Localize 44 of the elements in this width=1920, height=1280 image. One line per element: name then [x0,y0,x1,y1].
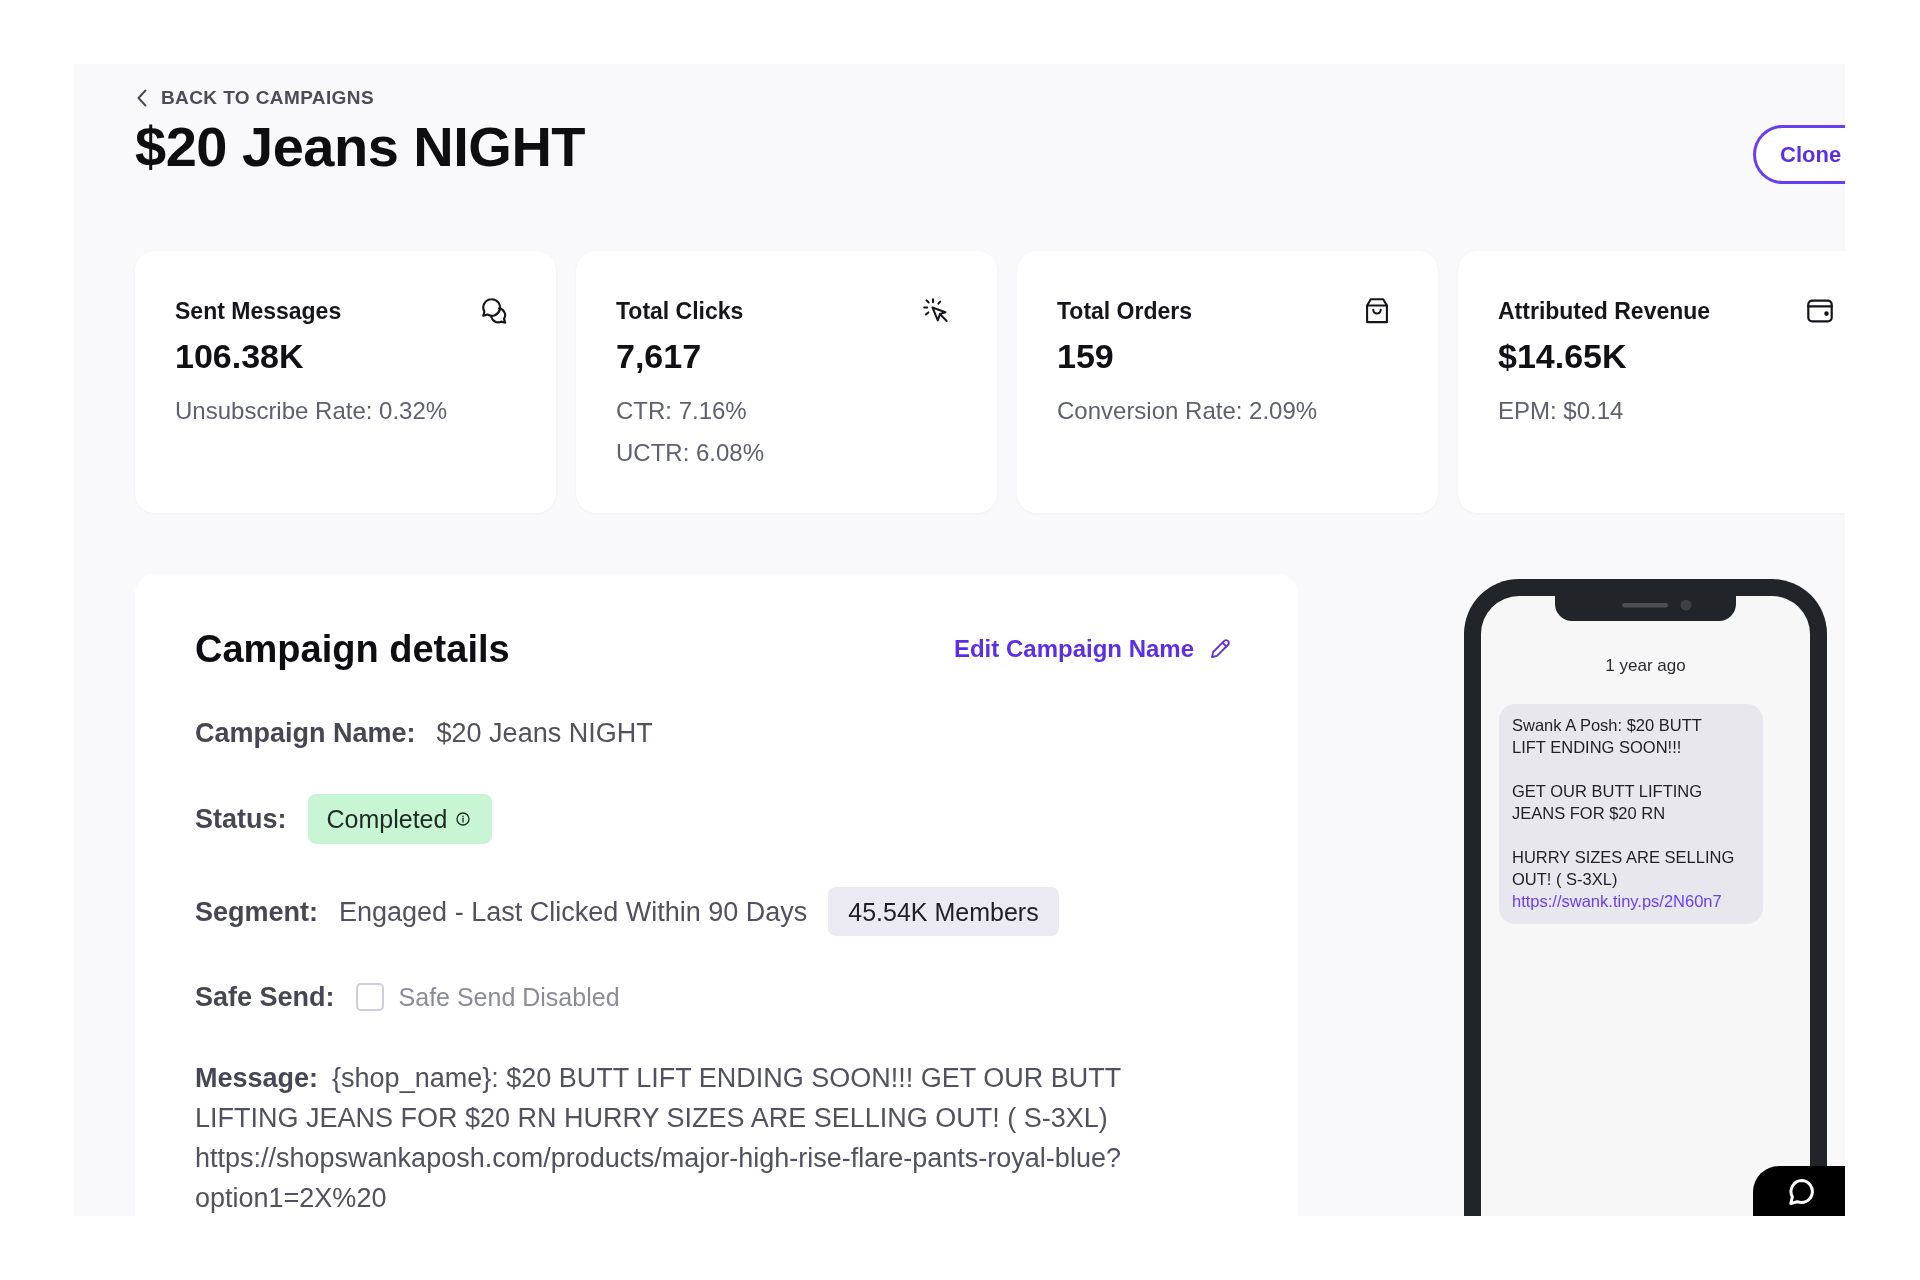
back-link[interactable]: BACK TO CAMPAIGNS [135,86,374,110]
stat-title: Total Orders [1057,297,1193,325]
stat-title: Sent Messages [175,297,342,325]
stat-value: 106.38K [175,336,305,376]
message-text: Message: {shop_name}: $20 BUTT LIFT ENDING SOON!!! GET OUR BUTT LIFTING JEANS FOR $20 RN HURRY SIZES ARE SELLING OUT! ( S-3XL) https://shopswankaposh.com/products/major-high-rise-flare-pants-royal-blue?option1=2X%20 [195,1062,1122,1215]
checkbox[interactable] [355,983,384,1011]
field-label: Segment: [195,895,319,929]
status-text: Completed [326,804,448,835]
section-title: Campaign details [195,627,510,672]
phone-notch-icon [1555,596,1736,621]
message-timestamp: 1 year ago [1605,655,1686,677]
page-title: $20 Jeans NIGHT [135,116,586,178]
cursor-click-icon [923,298,949,324]
stat-detail: Unsubscribe Rate: 0.32% [175,396,448,426]
stat-title: Attributed Revenue [1498,297,1711,325]
field-value: $20 Jeans NIGHT [436,717,653,750]
field-label: Safe Send: [195,981,335,1014]
message-link[interactable]: https://swank.tiny.ps/2N60n7 [1512,890,1722,912]
message-text: GET OUR BUTT LIFTING JEANS FOR $20 RN [1512,781,1704,824]
stat-value: 159 [1057,336,1115,376]
stat-detail: UCTR: 6.08% [616,438,765,468]
wallet-icon [1807,298,1833,324]
stat-detail: CTR: 7.16% [616,396,747,426]
stat-detail: Conversion Rate: 2.09% [1057,396,1318,426]
pencil-icon [1208,637,1232,661]
field-label: Campaign Name: [195,717,416,750]
chat-bubbles-icon [482,298,508,324]
stat-value: $14.65K [1498,336,1628,376]
edit-name-link[interactable]: Edit Campaign Name [953,634,1232,664]
member-count: 45.54K Members [828,887,1059,936]
chevron-left-icon [135,88,149,108]
shopping-bag-icon [1364,298,1390,324]
chat-icon [1788,1178,1816,1206]
stat-detail: EPM: $0.14 [1498,396,1624,426]
message-text: HURRY SIZES ARE SELLING OUT! ( S-3XL) [1512,847,1736,890]
stat-title: Total Clicks [616,297,744,325]
checkbox-label: Safe Send Disabled [398,982,620,1013]
clone-button[interactable]: Clone [1753,125,1845,184]
field-value: Engaged - Last Clicked Within 90 Days [339,895,808,929]
field-label: Status: [195,803,287,836]
message-text: Swank A Posh: $20 BUTT LIFT ENDING SOON!!! [1512,715,1703,758]
info-icon [456,812,471,826]
chat-button[interactable] [1753,1166,1845,1216]
stat-value: 7,617 [616,336,703,376]
